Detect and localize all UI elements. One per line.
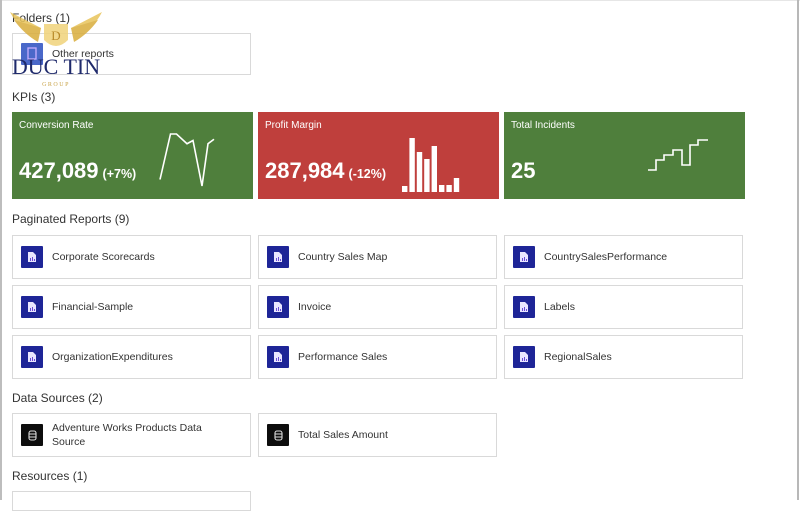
- paginated-report-icon: [267, 246, 289, 268]
- report-label: Country Sales Map: [298, 251, 388, 263]
- data-source-label: Adventure Works Products Data Source: [52, 422, 202, 448]
- paginated-report-icon: [21, 346, 43, 368]
- kpi-tile-total-incidents[interactable]: Total Incidents 25: [504, 112, 745, 199]
- sparkline-path: [648, 139, 708, 171]
- resource-tile[interactable]: [12, 491, 251, 511]
- paginated-report-icon: [21, 296, 43, 318]
- kpi-sparkline-step: [648, 139, 708, 171]
- report-tile[interactable]: Country Sales Map: [258, 235, 497, 279]
- report-label: Labels: [544, 301, 575, 313]
- kpi-delta: (-12%): [348, 167, 387, 181]
- kpi-value-number: 427,089: [19, 158, 99, 183]
- section-title-data-sources: Data Sources (2): [12, 391, 103, 405]
- kpi-title: Profit Margin: [265, 120, 322, 131]
- report-tile[interactable]: OrganizationExpenditures: [12, 335, 251, 379]
- scrollbar-track[interactable]: [797, 0, 799, 500]
- database-icon: [21, 424, 43, 446]
- report-label: OrganizationExpenditures: [52, 351, 173, 363]
- paginated-report-icon: [513, 296, 535, 318]
- report-label: RegionalSales: [544, 351, 612, 363]
- sparkline-bar: [424, 159, 430, 192]
- kpi-title: Conversion Rate: [19, 120, 94, 131]
- paginated-report-icon: [267, 346, 289, 368]
- report-tile[interactable]: Invoice: [258, 285, 497, 329]
- paginated-report-icon: [513, 346, 535, 368]
- watermark-sub: GROUP: [42, 82, 70, 88]
- kpi-value: 427,089 (+7%): [19, 158, 136, 184]
- sparkline-bar: [453, 178, 460, 192]
- kpi-sparkline-bars: [402, 138, 460, 192]
- section-title-folders: Folders (1): [12, 11, 71, 25]
- kpi-tile-profit-margin[interactable]: Profit Margin 287,984 (-12%): [258, 112, 499, 199]
- data-source-tile[interactable]: Total Sales Amount: [258, 413, 497, 457]
- paginated-report-icon: [267, 296, 289, 318]
- sparkline-bar: [416, 152, 423, 192]
- section-title-kpis: KPIs (3): [12, 90, 56, 104]
- kpi-delta: (+7%): [102, 167, 137, 181]
- report-tile[interactable]: Labels: [504, 285, 743, 329]
- report-label: CountrySalesPerformance: [544, 251, 668, 263]
- section-title-resources: Resources (1): [12, 469, 88, 483]
- sparkline-bar: [446, 185, 452, 192]
- kpi-value-number: 287,984: [265, 158, 345, 183]
- report-tile[interactable]: Financial-Sample: [12, 285, 251, 329]
- folder-tile-other-reports[interactable]: Other reports: [12, 33, 251, 75]
- sparkline-bar: [402, 186, 408, 192]
- report-label: Performance Sales: [298, 351, 388, 363]
- kpi-sparkline-line: [159, 133, 215, 187]
- kpi-title: Total Incidents: [511, 120, 575, 131]
- paginated-report-icon: [513, 246, 535, 268]
- report-tile[interactable]: Corporate Scorecards: [12, 235, 251, 279]
- paginated-report-icon: [21, 246, 43, 268]
- section-title-paginated-reports: Paginated Reports (9): [12, 212, 130, 226]
- data-source-label: Total Sales Amount: [298, 429, 388, 441]
- kpi-value: 25: [511, 158, 535, 184]
- data-source-tile[interactable]: Adventure Works Products Data Source: [12, 413, 251, 457]
- sparkline-bar: [431, 146, 437, 192]
- sparkline-path: [159, 133, 215, 187]
- report-tile[interactable]: Performance Sales: [258, 335, 497, 379]
- left-border: [0, 0, 2, 500]
- report-label: Financial-Sample: [52, 301, 134, 313]
- report-label: Invoice: [298, 301, 332, 313]
- folder-icon: [21, 43, 43, 65]
- top-border: [0, 0, 800, 1]
- kpi-value: 287,984 (-12%): [265, 158, 386, 184]
- report-tile[interactable]: CountrySalesPerformance: [504, 235, 743, 279]
- report-label: Corporate Scorecards: [52, 251, 155, 263]
- database-icon: [267, 424, 289, 446]
- report-tile[interactable]: RegionalSales: [504, 335, 743, 379]
- sparkline-bar: [409, 138, 415, 192]
- kpi-value-number: 25: [511, 158, 536, 183]
- folder-label: Other reports: [52, 48, 114, 60]
- sparkline-bar: [439, 185, 445, 192]
- kpi-tile-conversion-rate[interactable]: Conversion Rate 427,089 (+7%): [12, 112, 253, 199]
